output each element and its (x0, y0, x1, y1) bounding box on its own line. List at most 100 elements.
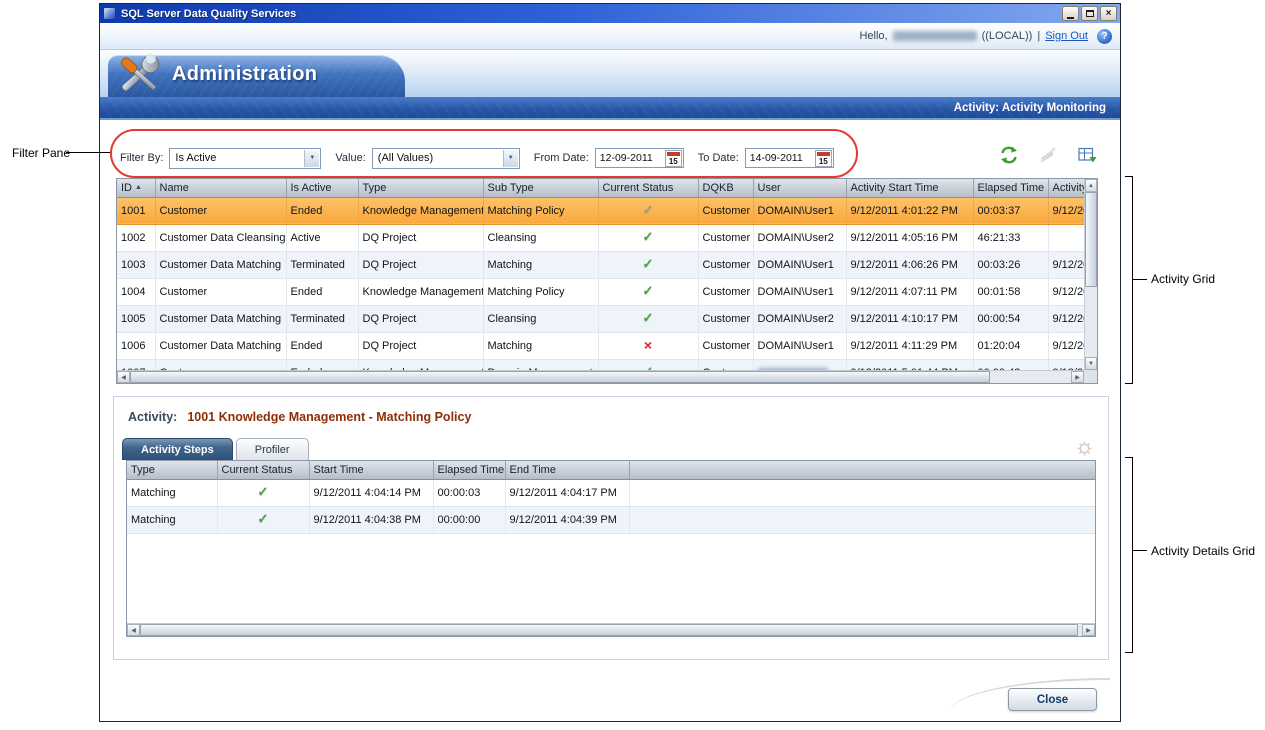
table-row[interactable]: 1004CustomerEndedKnowledge ManagementMat… (117, 278, 1084, 305)
error-icon: × (644, 337, 652, 353)
cell-sub_type: Matching (483, 332, 598, 359)
column-header[interactable]: DQKB (698, 179, 753, 197)
cell-dqkb: Customer (698, 251, 753, 278)
activity-context-label: Activity: Activity Monitoring (954, 102, 1106, 114)
cell-dqkb: Customer (698, 332, 753, 359)
cell-sub_type: Cleansing (483, 224, 598, 251)
success-icon: ✓ (258, 484, 269, 500)
value-value: (All Values) (378, 152, 433, 164)
column-header[interactable]: Is Active (286, 179, 358, 197)
column-header[interactable]: Current Status (598, 179, 698, 197)
cell-status: ✓ (598, 278, 698, 305)
help-icon[interactable]: ? (1097, 29, 1112, 44)
export-icon[interactable] (1076, 144, 1098, 166)
close-button[interactable]: Close (1008, 688, 1097, 711)
chevron-down-icon[interactable]: ▼ (304, 150, 319, 167)
calendar-icon[interactable]: 15 (815, 150, 832, 167)
cell-type: Knowledge Management (358, 359, 483, 370)
success-icon: ✓ (258, 511, 269, 527)
scroll-left-icon[interactable]: ◀ (127, 624, 140, 636)
table-row[interactable]: 1003Customer Data MatchingTerminatedDQ P… (117, 251, 1084, 278)
close-window-button[interactable]: × (1100, 6, 1117, 21)
column-header[interactable]: Activity (1048, 179, 1084, 197)
tab-profiler[interactable]: Profiler (236, 438, 309, 460)
column-header[interactable]: ID▲ (117, 179, 155, 197)
cell-name: Customer Data Matching (155, 251, 286, 278)
filter-by-label: Filter By: (120, 152, 163, 164)
column-header[interactable]: End Time (505, 461, 629, 479)
column-header[interactable]: Start Time (309, 461, 433, 479)
scroll-right-icon[interactable]: ▶ (1082, 624, 1095, 636)
cell-end (1048, 224, 1084, 251)
cell-elapsed: 00:00:03 (433, 479, 505, 506)
table-row[interactable]: 1002Customer Data CleansingActiveDQ Proj… (117, 224, 1084, 251)
success-icon: ✓ (643, 283, 654, 299)
activity-details-grid-bracket (1125, 457, 1133, 653)
cell-type: DQ Project (358, 224, 483, 251)
cell-dqkb: Customer (698, 359, 753, 370)
cell-elapsed: 00:01:58 (973, 278, 1048, 305)
filter-by-dropdown[interactable]: Is Active ▼ (169, 148, 321, 169)
chevron-down-icon[interactable]: ▼ (503, 150, 518, 167)
table-row[interactable]: 1001CustomerEndedKnowledge ManagementMat… (117, 197, 1084, 224)
column-header[interactable]: Name (155, 179, 286, 197)
to-date-input[interactable]: 14-09-2011 15 (745, 148, 834, 168)
horizontal-scrollbar[interactable]: ◀ ▶ (127, 623, 1095, 636)
scrollbar-thumb[interactable] (140, 624, 1078, 636)
calendar-icon[interactable]: 15 (665, 150, 682, 167)
column-header[interactable]: User (753, 179, 846, 197)
cell-elapsed: 00:00:54 (973, 305, 1048, 332)
scroll-left-icon[interactable]: ◀ (117, 371, 130, 383)
sign-out-link[interactable]: Sign Out (1045, 30, 1088, 42)
cell-start: 9/12/2011 4:04:38 PM (309, 506, 433, 533)
column-header[interactable]: Current Status (217, 461, 309, 479)
redacted-username (893, 31, 977, 41)
column-header[interactable]: Activity Start Time (846, 179, 973, 197)
activity-grid-bracket (1125, 176, 1133, 384)
tab-activity-steps[interactable]: Activity Steps (122, 438, 233, 460)
cell-name: Customer (155, 278, 286, 305)
column-header[interactable]: Elapsed Time (433, 461, 505, 479)
grid-toolbar (998, 144, 1098, 166)
filter-by-value: Is Active (175, 152, 216, 164)
cell-sub_type: Cleansing (483, 305, 598, 332)
scrollbar-thumb[interactable] (1085, 192, 1097, 287)
cell-start: 9/12/2011 4:06:26 PM (846, 251, 973, 278)
column-header[interactable]: Type (358, 179, 483, 197)
table-row[interactable]: 1006Customer Data MatchingEndedDQ Projec… (117, 332, 1084, 359)
cell-elapsed: 46:21:33 (973, 224, 1048, 251)
activity-details-panel: Activity:1001 Knowledge Management - Mat… (113, 396, 1109, 660)
annotation-line (1133, 550, 1147, 551)
column-header[interactable]: Elapsed Time (973, 179, 1048, 197)
cell-id: 1002 (117, 224, 155, 251)
maximize-button[interactable] (1081, 6, 1098, 21)
tab-label: Profiler (255, 444, 290, 456)
table-row[interactable]: Matching✓9/12/2011 4:04:38 PM00:00:009/1… (127, 506, 1095, 533)
minimize-button[interactable] (1062, 6, 1079, 21)
from-date-input[interactable]: 12-09-2011 15 (595, 148, 684, 168)
activity-title-value: 1001 Knowledge Management - Matching Pol… (187, 410, 471, 424)
activity-grid-table: ID▲NameIs ActiveTypeSub TypeCurrent Stat… (117, 179, 1084, 370)
scroll-right-icon[interactable]: ▶ (1071, 371, 1084, 383)
success-icon: ✓ (643, 310, 654, 326)
cell-type: DQ Project (358, 305, 483, 332)
app-window: SQL Server Data Quality Services × Hello… (99, 3, 1121, 722)
cell-end: 9/12/20 (1048, 305, 1084, 332)
refresh-icon[interactable] (998, 144, 1020, 166)
scrollbar-thumb[interactable] (130, 371, 990, 383)
column-header[interactable]: Sub Type (483, 179, 598, 197)
annotation-line (66, 152, 112, 153)
table-row[interactable]: 1007CustomerEndedKnowledge ManagementDom… (117, 359, 1084, 370)
scroll-down-icon[interactable]: ▼ (1085, 357, 1097, 370)
table-row[interactable]: 1005Customer Data MatchingTerminatedDQ P… (117, 305, 1084, 332)
vertical-scrollbar[interactable]: ▲ ▼ (1084, 179, 1097, 370)
horizontal-scrollbar[interactable]: ◀ ▶ (117, 370, 1084, 383)
column-header[interactable]: Type (127, 461, 217, 479)
cell-user: DOMAIN\User2 (753, 224, 846, 251)
greeting-label: Hello, (859, 30, 887, 42)
scroll-up-icon[interactable]: ▲ (1085, 179, 1097, 192)
cell-start: 9/12/2011 4:10:17 PM (846, 305, 973, 332)
value-dropdown[interactable]: (All Values) ▼ (372, 148, 520, 169)
table-row[interactable]: Matching✓9/12/2011 4:04:14 PM00:00:039/1… (127, 479, 1095, 506)
cell-start: 9/12/2011 4:07:11 PM (846, 278, 973, 305)
